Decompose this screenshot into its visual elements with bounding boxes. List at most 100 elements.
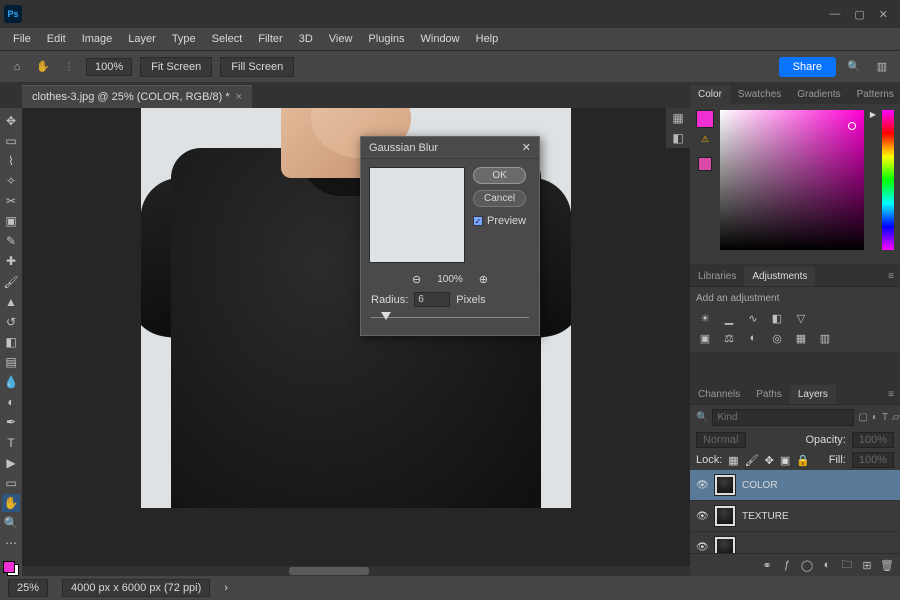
- layer-filter-input[interactable]: [712, 409, 854, 426]
- layer-name[interactable]: COLOR: [742, 480, 778, 491]
- tab-libraries[interactable]: Libraries: [690, 267, 744, 286]
- status-doc-info[interactable]: 4000 px x 6000 px (72 ppi): [62, 579, 210, 597]
- eraser-tool-icon[interactable]: ◧: [2, 333, 20, 350]
- shape-tool-icon[interactable]: ▭: [2, 474, 20, 491]
- document-tab[interactable]: clothes-3.jpg @ 25% (COLOR, RGB/8) * ×: [22, 85, 252, 108]
- ok-button[interactable]: OK: [473, 167, 526, 184]
- zoom-tool-icon[interactable]: 🔍: [2, 515, 20, 532]
- menu-window[interactable]: Window: [414, 31, 467, 47]
- eyedropper-tool-icon[interactable]: ✎: [2, 233, 20, 250]
- lock-transparent-icon[interactable]: ▦: [728, 454, 738, 467]
- opacity-field[interactable]: 100%: [852, 432, 894, 448]
- status-chevron-icon[interactable]: ›: [224, 582, 228, 594]
- tool-preset-icon[interactable]: ✋: [34, 58, 52, 76]
- layer-name[interactable]: TEXTURE: [742, 511, 789, 522]
- layer-thumbnail[interactable]: [714, 536, 736, 553]
- color-balance-icon[interactable]: ⚖: [720, 330, 738, 346]
- status-zoom[interactable]: 25%: [8, 579, 48, 597]
- panel-menu-icon[interactable]: ≡: [882, 267, 900, 286]
- dodge-tool-icon[interactable]: ◐: [2, 394, 20, 411]
- wand-tool-icon[interactable]: ✧: [2, 172, 20, 189]
- cancel-button[interactable]: Cancel: [473, 190, 526, 207]
- hue-sat-icon[interactable]: ▣: [696, 330, 714, 346]
- new-adjustment-icon[interactable]: ◐: [820, 558, 834, 572]
- stamp-tool-icon[interactable]: ▲: [2, 293, 20, 310]
- brightness-contrast-icon[interactable]: ☀: [696, 310, 714, 326]
- gradient-tool-icon[interactable]: ▤: [2, 354, 20, 371]
- slider-knob[interactable]: [381, 312, 391, 320]
- color-swatch[interactable]: [3, 561, 19, 576]
- fill-screen-button[interactable]: Fill Screen: [220, 57, 294, 77]
- dialog-titlebar[interactable]: Gaussian Blur ✕: [361, 137, 539, 159]
- tab-channels[interactable]: Channels: [690, 385, 748, 404]
- visibility-icon[interactable]: 👁: [696, 480, 708, 491]
- zoom-in-icon[interactable]: ⊕: [479, 273, 488, 286]
- menu-layer[interactable]: Layer: [121, 31, 163, 47]
- checkbox-icon[interactable]: ✓: [473, 216, 483, 226]
- crop-tool-icon[interactable]: ✂: [2, 193, 20, 210]
- menu-type[interactable]: Type: [165, 31, 203, 47]
- type-tool-icon[interactable]: T: [2, 434, 20, 451]
- fill-field[interactable]: 100%: [852, 452, 894, 468]
- layer-row[interactable]: 👁 TEXTURE: [690, 501, 900, 532]
- curves-icon[interactable]: ∿: [744, 310, 762, 326]
- lock-artboard-icon[interactable]: ▣: [780, 454, 790, 467]
- history-panel-icon[interactable]: ▦: [672, 111, 683, 125]
- workspace-switcher-icon[interactable]: ▥: [872, 57, 892, 77]
- preview-checkbox[interactable]: ✓ Preview: [473, 215, 526, 227]
- healing-tool-icon[interactable]: ✚: [2, 253, 20, 270]
- panel-menu-icon[interactable]: ≡: [882, 385, 900, 404]
- color-picker-indicator[interactable]: [848, 122, 856, 130]
- tab-color[interactable]: Color: [690, 85, 730, 104]
- color-lookup-icon[interactable]: ▥: [816, 330, 834, 346]
- menu-image[interactable]: Image: [75, 31, 120, 47]
- marquee-tool-icon[interactable]: ▭: [2, 132, 20, 149]
- layer-mask-icon[interactable]: ◯: [800, 558, 814, 572]
- filter-type-icon[interactable]: T: [882, 411, 888, 425]
- layer-row[interactable]: 👁: [690, 532, 900, 553]
- menu-filter[interactable]: Filter: [251, 31, 289, 47]
- levels-icon[interactable]: ▁: [720, 310, 738, 326]
- link-layers-icon[interactable]: ⚭: [760, 558, 774, 572]
- filter-adjust-icon[interactable]: ◐: [872, 411, 878, 425]
- search-icon[interactable]: 🔍: [696, 411, 708, 425]
- layer-row[interactable]: 👁 COLOR: [690, 470, 900, 501]
- edit-toolbar-icon[interactable]: ⋯: [2, 535, 20, 552]
- menu-file[interactable]: File: [6, 31, 38, 47]
- new-group-icon[interactable]: 🗀: [840, 558, 854, 572]
- layer-style-icon[interactable]: ƒ: [780, 558, 794, 572]
- tab-paths[interactable]: Paths: [748, 385, 790, 404]
- lock-pixels-icon[interactable]: 🖌: [745, 454, 759, 467]
- delete-layer-icon[interactable]: 🗑: [880, 558, 894, 572]
- zoom-out-icon[interactable]: ⊖: [412, 273, 421, 286]
- menu-view[interactable]: View: [322, 31, 360, 47]
- search-icon[interactable]: 🔍: [844, 57, 864, 77]
- home-icon[interactable]: ⌂: [8, 58, 26, 76]
- blend-mode-dropdown[interactable]: Normal: [696, 432, 746, 448]
- frame-tool-icon[interactable]: ▣: [2, 213, 20, 230]
- move-tool-icon[interactable]: ✥: [2, 112, 20, 129]
- alt-color-swatch[interactable]: [698, 157, 712, 171]
- layer-thumbnail[interactable]: [714, 505, 736, 527]
- minimize-icon[interactable]: —: [829, 8, 840, 21]
- zoom-value-field[interactable]: 100%: [86, 58, 132, 76]
- tab-gradients[interactable]: Gradients: [789, 85, 848, 104]
- dialog-preview[interactable]: [369, 167, 465, 263]
- color-field[interactable]: [720, 110, 864, 250]
- tab-layers[interactable]: Layers: [790, 385, 836, 404]
- lock-position-icon[interactable]: ✥: [765, 454, 774, 467]
- new-layer-icon[interactable]: ⊞: [860, 558, 874, 572]
- hue-slider[interactable]: [882, 110, 894, 250]
- current-color-swatch[interactable]: [696, 110, 714, 128]
- channel-mixer-icon[interactable]: ▦: [792, 330, 810, 346]
- menu-select[interactable]: Select: [205, 31, 250, 47]
- brush-tool-icon[interactable]: 🖌: [2, 273, 20, 290]
- share-button[interactable]: Share: [779, 57, 836, 77]
- hand-tool-icon[interactable]: ✋: [2, 494, 20, 511]
- filter-pixel-icon[interactable]: ▢: [858, 411, 867, 425]
- tab-patterns[interactable]: Patterns: [849, 85, 900, 104]
- menu-plugins[interactable]: Plugins: [361, 31, 411, 47]
- menu-help[interactable]: Help: [469, 31, 506, 47]
- visibility-icon[interactable]: 👁: [696, 511, 708, 522]
- scroll-thumb[interactable]: [289, 567, 369, 575]
